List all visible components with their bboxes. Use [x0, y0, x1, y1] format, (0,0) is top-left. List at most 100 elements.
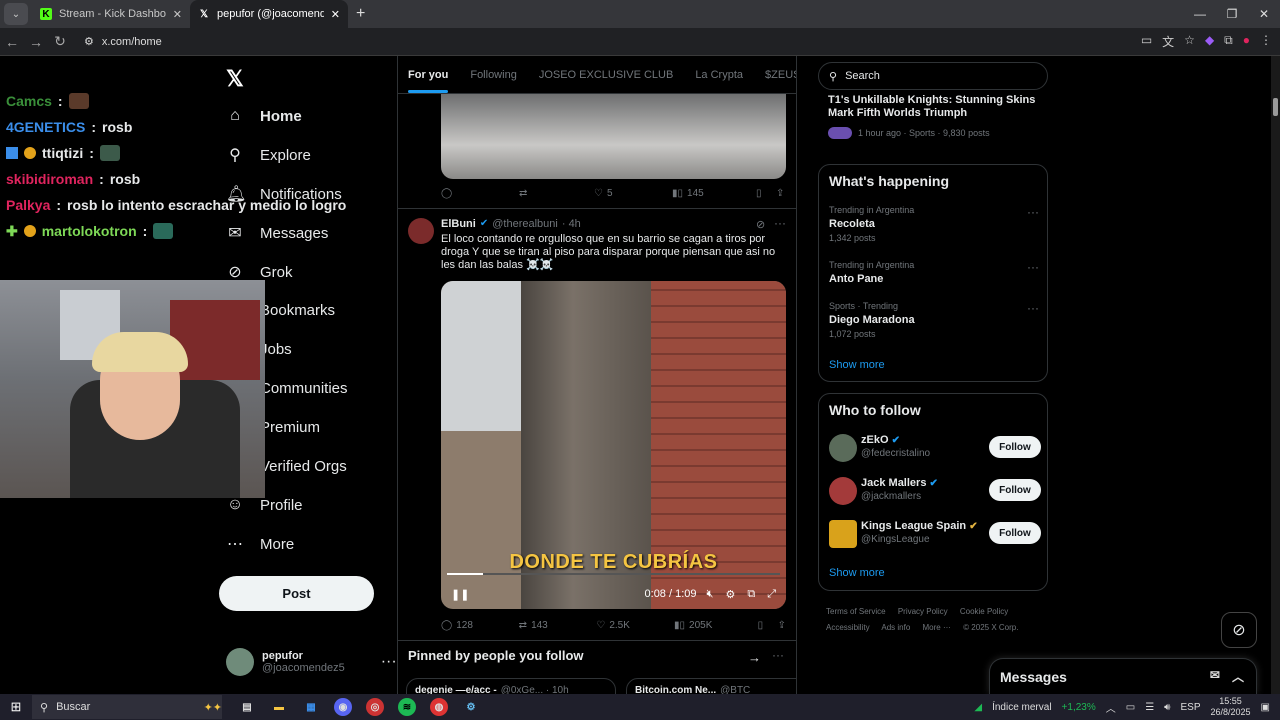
reply-icon[interactable]: ◯ — [441, 188, 519, 199]
follow-suggestion[interactable]: Jack Mallers ✔ @jackmallers Follow — [829, 475, 1041, 507]
grok-icon: ⊘ — [1232, 622, 1246, 639]
share-icon[interactable]: ⇪ — [778, 620, 786, 631]
pause-icon[interactable]: ❚❚ — [451, 588, 469, 601]
site-info-icon[interactable]: ⚙ — [84, 35, 94, 48]
repost-icon[interactable]: ⇄ — [519, 188, 594, 199]
steam-icon[interactable]: ⚙ — [462, 698, 480, 716]
browser-menu-icon[interactable]: ⋮ — [1260, 33, 1272, 50]
discord-icon[interactable]: ◉ — [334, 698, 352, 716]
chevron-up-icon[interactable]: ︿ — [1106, 700, 1116, 715]
close-window-icon[interactable]: ✕ — [1248, 7, 1280, 21]
windows-start-icon[interactable]: ⊞ — [0, 699, 32, 715]
clock[interactable]: 15:55 26/8/2025 — [1211, 696, 1251, 718]
post-media-image[interactable] — [441, 94, 786, 179]
pinned-card[interactable]: Bitcoin.com Ne... @BTC — [626, 678, 796, 694]
like-button[interactable]: ♡ 2.5K — [596, 620, 674, 631]
account-switcher[interactable]: pepufor @joacomendez5 ··· — [226, 648, 397, 676]
show-more-link[interactable]: Show more — [829, 359, 885, 371]
new-tab-button[interactable]: + — [356, 5, 365, 23]
follow-button[interactable]: Follow — [989, 522, 1041, 544]
repost-icon: ⇄ — [518, 620, 528, 631]
trend-item[interactable]: Sports · Trending Diego Maradona 1,072 p… — [829, 301, 1039, 339]
trend-item[interactable]: Trending in Argentina Anto Pane ··· — [829, 260, 1039, 285]
reply-button[interactable]: ◯ 128 — [441, 620, 519, 631]
chevron-up-icon[interactable]: ︿ — [1232, 668, 1244, 685]
reload-icon[interactable]: ↻ — [48, 33, 72, 50]
obs-icon[interactable]: ◍ — [430, 698, 448, 716]
follow-button[interactable]: Follow — [989, 479, 1041, 501]
emote-icon — [153, 223, 174, 239]
pinned-card[interactable]: degenie —e/acc - @0xGe... · 10h — [406, 678, 616, 694]
minimize-icon[interactable]: — — [1184, 7, 1216, 21]
account-more-icon[interactable]: ··· — [381, 653, 397, 671]
more-options-icon[interactable]: ··· — [1027, 301, 1039, 315]
more-options-icon[interactable]: ··· — [1027, 205, 1039, 219]
views-button[interactable]: ▮▯ 205K — [674, 620, 758, 631]
notifications-icon[interactable]: ▣ — [1261, 702, 1270, 713]
verified-gold-badge-icon: ✔ — [969, 521, 978, 532]
translate-icon[interactable]: 文 — [1162, 33, 1174, 50]
spotify-icon[interactable]: ≋ — [398, 698, 416, 716]
volume-icon[interactable]: 🔊︎ — [1164, 702, 1170, 713]
page-scrollbar[interactable] — [1271, 56, 1280, 694]
file-explorer-icon[interactable]: ▬ — [270, 698, 288, 716]
tab-kick-dashboard[interactable]: K Stream - Kick Dashboard ✕ — [32, 0, 190, 28]
tab-x-profile[interactable]: 𝕏 pepufor (@joacomendez5) / X ✕ — [190, 0, 348, 28]
arrow-right-icon[interactable]: → — [748, 650, 761, 665]
share-icon[interactable]: ⇪ — [776, 188, 784, 199]
search-input[interactable]: ⚲ Search — [818, 62, 1048, 90]
bookmark-icon[interactable]: ▯ — [758, 620, 778, 631]
grok-floating-button[interactable]: ⊘ — [1221, 612, 1257, 648]
tab-la-crypta[interactable]: La Crypta — [695, 69, 743, 81]
chrome-icon[interactable]: ◎ — [366, 698, 384, 716]
like-button[interactable]: ♡ 5 — [594, 188, 672, 199]
fullscreen-icon[interactable]: ⤢ — [767, 588, 776, 601]
post-button[interactable]: Post — [219, 576, 374, 611]
extensions-puzzle-icon[interactable]: ⧉ — [1224, 33, 1233, 50]
tab-following[interactable]: Following — [470, 69, 516, 81]
more-options-icon[interactable]: ··· — [772, 648, 784, 662]
new-message-icon[interactable]: ✉ — [1210, 668, 1220, 685]
grok-icon[interactable]: ⊘ — [756, 218, 765, 231]
trending-story-title[interactable]: T1's Unkillable Knights: Stunning Skins … — [828, 94, 1043, 120]
nav-more[interactable]: ⋯ More — [226, 532, 294, 556]
show-more-link[interactable]: Show more — [829, 567, 885, 579]
close-tab-icon[interactable]: ✕ — [173, 8, 182, 21]
messages-drawer[interactable]: Messages ✉ ︿ — [989, 658, 1257, 694]
views-button[interactable]: ▮▯ 145 — [672, 188, 756, 199]
cast-icon[interactable]: ▭ — [1141, 33, 1152, 50]
tab-zeus-pepes[interactable]: $ZEUS Pepe's — [765, 69, 796, 81]
repost-button[interactable]: ⇄ 143 — [519, 620, 597, 631]
stock-chart-icon: ◢ — [974, 701, 983, 713]
more-options-icon[interactable]: ··· — [1027, 260, 1039, 274]
profile-avatar-icon[interactable]: ● — [1243, 33, 1250, 50]
bookmark-star-icon[interactable]: ☆ — [1184, 33, 1195, 50]
scrollbar-thumb[interactable] — [1273, 98, 1278, 116]
back-icon[interactable]: ← — [0, 34, 24, 50]
restore-icon[interactable]: ❐ — [1216, 7, 1248, 21]
mute-icon[interactable]: 🔇︎ — [707, 588, 714, 601]
extension-icon[interactable]: ◆ — [1205, 33, 1214, 50]
task-view-icon[interactable]: ▤ — [238, 698, 256, 716]
taskbar-search[interactable]: ⚲ Buscar ✦✦ — [32, 695, 222, 719]
tab-search-button[interactable]: ⌄ — [4, 3, 28, 25]
store-icon[interactable]: ▦ — [302, 698, 320, 716]
forward-icon[interactable]: → — [24, 34, 48, 50]
more-options-icon[interactable]: ··· — [774, 216, 786, 230]
bookmark-icon[interactable]: ▯ — [756, 188, 776, 199]
close-tab-icon[interactable]: ✕ — [331, 8, 340, 21]
url-field[interactable]: ⚙ x.com/home — [78, 31, 1098, 53]
follow-button[interactable]: Follow — [989, 436, 1041, 458]
badge-icon — [6, 147, 18, 159]
network-icon[interactable]: ☰ — [1145, 702, 1154, 713]
settings-icon[interactable]: ⚙ — [725, 588, 735, 601]
tab-for-you[interactable]: For you — [408, 69, 449, 93]
trend-item[interactable]: Trending in Argentina Recoleta 1,342 pos… — [829, 205, 1039, 243]
avatar[interactable] — [408, 218, 434, 244]
follow-suggestion[interactable]: zEkO ✔ @fedecristalino Follow — [829, 432, 1041, 464]
follow-suggestion[interactable]: Kings League Spain ✔ @KingsLeague Follow — [829, 518, 1041, 550]
video-progress-bar[interactable] — [447, 573, 780, 575]
pip-icon[interactable]: ⧉ — [747, 588, 755, 601]
tab-joseo-exclusive-club[interactable]: JOSEO EXCLUSIVE CLUB — [539, 69, 674, 81]
tweet-video-player[interactable]: DONDE TE CUBRÍAS ❚❚ 0:08 / 1:09 🔇︎ ⚙ ⧉ ⤢ — [441, 281, 786, 609]
